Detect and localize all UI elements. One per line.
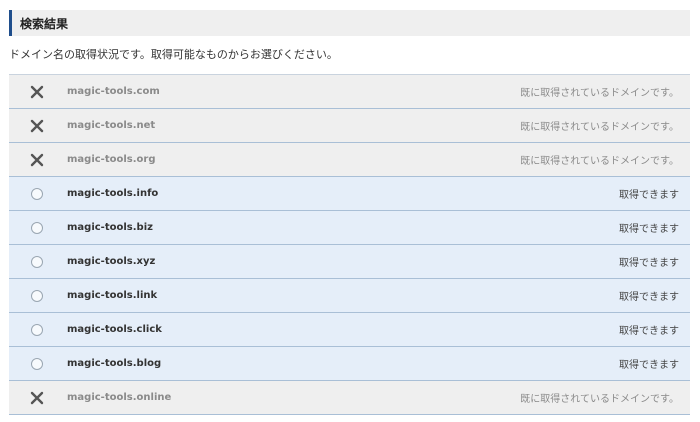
domain-row-available: magic-tools.info 取得できます	[9, 177, 690, 211]
domain-name: magic-tools.info	[67, 188, 159, 199]
cross-icon	[29, 84, 45, 100]
domain-row-available: magic-tools.biz 取得できます	[9, 211, 690, 245]
domain-search-results-page: 検索結果 ドメイン名の取得状況です。取得可能なものからお選びください。 magi…	[0, 0, 700, 422]
radio-circle-icon[interactable]	[29, 186, 45, 202]
radio-button[interactable]	[31, 323, 43, 336]
availability-status: 取得できます	[619, 326, 679, 337]
availability-status: 取得できます	[619, 360, 679, 371]
cross-icon	[29, 152, 45, 168]
domain-name: magic-tools.click	[67, 324, 162, 335]
domain-row-taken: magic-tools.online 既に取得されているドメインです。	[9, 381, 690, 415]
radio-circle-icon[interactable]	[29, 322, 45, 338]
availability-status: 取得できます	[619, 190, 679, 201]
domain-name: magic-tools.link	[67, 290, 158, 301]
domain-name: magic-tools.xyz	[67, 256, 156, 267]
availability-status: 取得できます	[619, 224, 679, 235]
radio-circle-icon[interactable]	[29, 254, 45, 270]
cross-icon	[29, 390, 45, 406]
domain-name: magic-tools.biz	[67, 222, 153, 233]
domain-result-list: magic-tools.com 既に取得されているドメインです。 magic-t…	[9, 74, 690, 415]
radio-button[interactable]	[31, 221, 43, 234]
domain-row-taken: magic-tools.net 既に取得されているドメインです。	[9, 109, 690, 143]
radio-button[interactable]	[31, 289, 43, 302]
domain-name: magic-tools.org	[67, 154, 156, 165]
radio-circle-icon[interactable]	[29, 220, 45, 236]
domain-row-available: magic-tools.xyz 取得できます	[9, 245, 690, 279]
availability-status: 取得できます	[619, 258, 679, 269]
radio-button[interactable]	[31, 187, 43, 200]
radio-circle-icon[interactable]	[29, 356, 45, 372]
domain-name: magic-tools.com	[67, 86, 160, 97]
availability-status: 既に取得されているドメインです。	[520, 394, 679, 405]
domain-row-taken: magic-tools.org 既に取得されているドメインです。	[9, 143, 690, 177]
availability-status: 取得できます	[619, 292, 679, 303]
domain-row-available: magic-tools.click 取得できます	[9, 313, 690, 347]
radio-button[interactable]	[31, 255, 43, 268]
radio-circle-icon[interactable]	[29, 288, 45, 304]
results-description: ドメイン名の取得状況です。取得可能なものからお選びください。	[9, 48, 338, 61]
cross-icon	[29, 118, 45, 134]
domain-row-available: magic-tools.blog 取得できます	[9, 347, 690, 381]
section-header: 検索結果	[9, 10, 690, 36]
domain-name: magic-tools.net	[67, 120, 156, 131]
availability-status: 既に取得されているドメインです。	[520, 156, 679, 167]
domain-row-available: magic-tools.link 取得できます	[9, 279, 690, 313]
section-title: 検索結果	[20, 16, 69, 31]
radio-button[interactable]	[31, 357, 43, 370]
domain-row-taken: magic-tools.com 既に取得されているドメインです。	[9, 75, 690, 109]
availability-status: 既に取得されているドメインです。	[520, 88, 679, 99]
domain-name: magic-tools.online	[67, 392, 172, 403]
domain-name: magic-tools.blog	[67, 358, 162, 369]
availability-status: 既に取得されているドメインです。	[520, 122, 679, 133]
